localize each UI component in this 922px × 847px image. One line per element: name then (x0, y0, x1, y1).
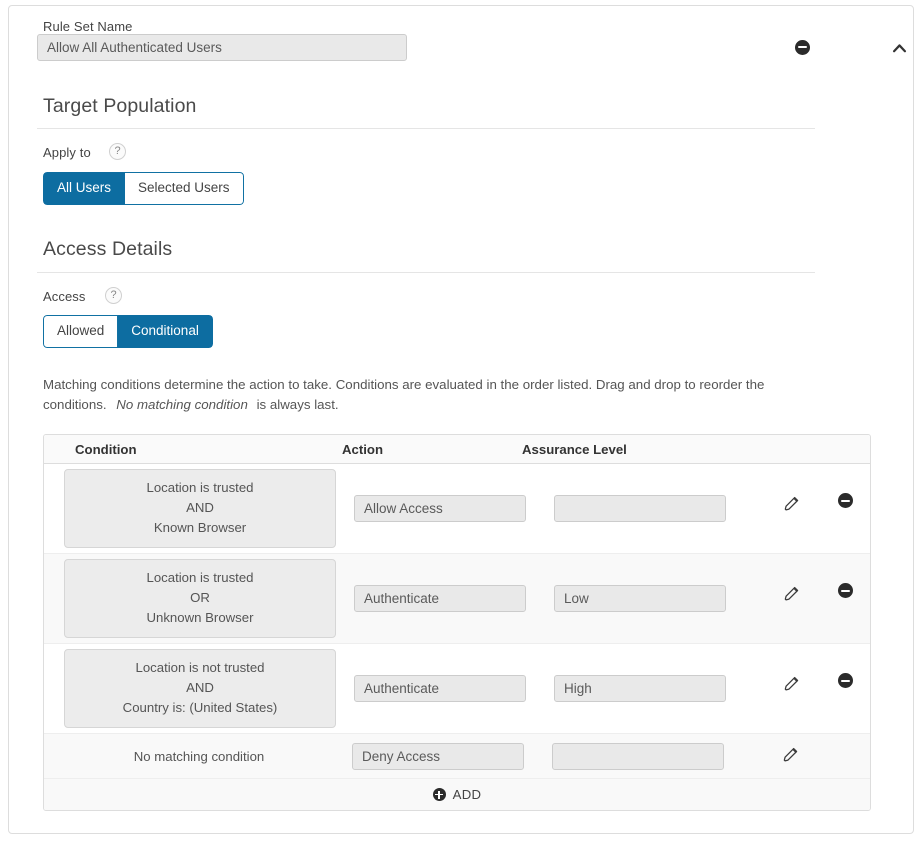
column-header-assurance-level: Assurance Level (522, 441, 627, 457)
action-input[interactable] (354, 675, 526, 702)
condition-line: Unknown Browser (146, 610, 254, 625)
action-cell (354, 675, 554, 702)
action-cell (354, 495, 554, 522)
minus-circle-icon (837, 493, 853, 508)
apply-to-option-all-users[interactable]: All Users (43, 172, 126, 205)
access-option-conditional[interactable]: Conditional (118, 315, 213, 348)
conditions-description-part2: is always last. (256, 397, 339, 412)
access-help-icon[interactable]: ? (105, 287, 122, 304)
conditions-description: Matching conditions determine the action… (43, 375, 818, 415)
edit-condition-button[interactable] (777, 490, 807, 520)
remove-condition-button[interactable] (833, 670, 857, 694)
assurance-cell (554, 495, 754, 522)
section-divider-2 (37, 272, 815, 273)
condition-cell: Location is trusted AND Known Browser (44, 469, 354, 548)
condition-line: Country is: (United States) (122, 700, 278, 715)
action-cell (354, 585, 554, 612)
assurance-level-input[interactable] (554, 495, 726, 522)
access-option-allowed[interactable]: Allowed (43, 315, 119, 348)
rule-set-name-input[interactable] (37, 34, 407, 61)
no-matching-condition-label: No matching condition (133, 748, 265, 764)
column-header-action: Action (342, 441, 384, 457)
apply-to-option-selected-users[interactable]: Selected Users (125, 172, 244, 205)
apply-to-label: Apply to (43, 145, 91, 160)
target-population-heading: Target Population (43, 95, 197, 117)
condition-cell: Location is trusted OR Unknown Browser (44, 559, 354, 638)
section-divider-1 (37, 128, 815, 129)
condition-box: Location is trusted AND Known Browser (64, 469, 336, 548)
pencil-icon (783, 747, 798, 761)
condition-line: Known Browser (153, 520, 247, 535)
minus-circle-icon (837, 673, 853, 688)
plus-circle-icon (432, 788, 446, 801)
table-row[interactable]: Location is trusted OR Unknown Browser (44, 554, 870, 644)
assurance-level-input[interactable] (554, 585, 726, 612)
chevron-up-icon (892, 43, 906, 52)
add-condition-label: ADD (452, 787, 482, 802)
conditions-description-emphasis: No matching condition (116, 397, 248, 412)
condition-line: Location is not trusted (135, 660, 265, 675)
pencil-icon (784, 496, 799, 510)
condition-operator: AND (186, 500, 214, 515)
condition-operator: AND (186, 680, 214, 695)
rule-set-name-label: Rule Set Name (43, 19, 133, 34)
apply-to-toggle-group: All Users Selected Users (43, 172, 244, 205)
condition-cell: Location is not trusted AND Country is: … (44, 649, 354, 728)
access-details-heading: Access Details (43, 238, 173, 260)
assurance-level-input[interactable] (554, 675, 726, 702)
table-row[interactable]: Location is not trusted AND Country is: … (44, 644, 870, 734)
remove-rule-set-button[interactable] (787, 32, 817, 62)
condition-line: Location is trusted (146, 570, 254, 585)
pencil-icon (784, 676, 799, 690)
assurance-cell (554, 675, 754, 702)
table-row[interactable]: Location is trusted AND Known Browser (44, 464, 870, 554)
condition-operator: OR (190, 590, 210, 605)
add-condition-button[interactable]: ADD (44, 779, 870, 810)
collapse-section-button[interactable] (885, 32, 913, 60)
assurance-cell (552, 742, 754, 770)
apply-to-help-icon[interactable]: ? (109, 143, 126, 160)
edit-condition-button[interactable] (777, 580, 807, 610)
edit-condition-button[interactable] (777, 670, 807, 700)
access-toggle-group: Allowed Conditional (43, 315, 213, 348)
condition-line: Location is trusted (146, 480, 254, 495)
rule-set-card: Rule Set Name Target Population Apply to… (8, 5, 914, 834)
table-row-default[interactable]: No matching condition (44, 734, 870, 779)
pencil-icon (784, 586, 799, 600)
conditions-table-header: Condition Action Assurance Level (44, 435, 870, 464)
action-input[interactable] (352, 742, 524, 770)
condition-box: Location is not trusted AND Country is: … (64, 649, 336, 728)
assurance-level-input[interactable] (552, 742, 724, 770)
action-input[interactable] (354, 495, 526, 522)
conditions-table: Condition Action Assurance Level Locatio… (43, 434, 871, 811)
remove-condition-button[interactable] (833, 490, 857, 514)
minus-circle-icon (837, 583, 853, 598)
remove-condition-button[interactable] (833, 580, 857, 604)
edit-condition-button[interactable] (776, 741, 806, 771)
action-input[interactable] (354, 585, 526, 612)
assurance-cell (554, 585, 754, 612)
condition-box: Location is trusted OR Unknown Browser (64, 559, 336, 638)
access-label: Access (43, 289, 86, 304)
column-header-condition: Condition (75, 441, 137, 457)
minus-circle-icon (794, 39, 810, 55)
action-cell (352, 742, 554, 770)
